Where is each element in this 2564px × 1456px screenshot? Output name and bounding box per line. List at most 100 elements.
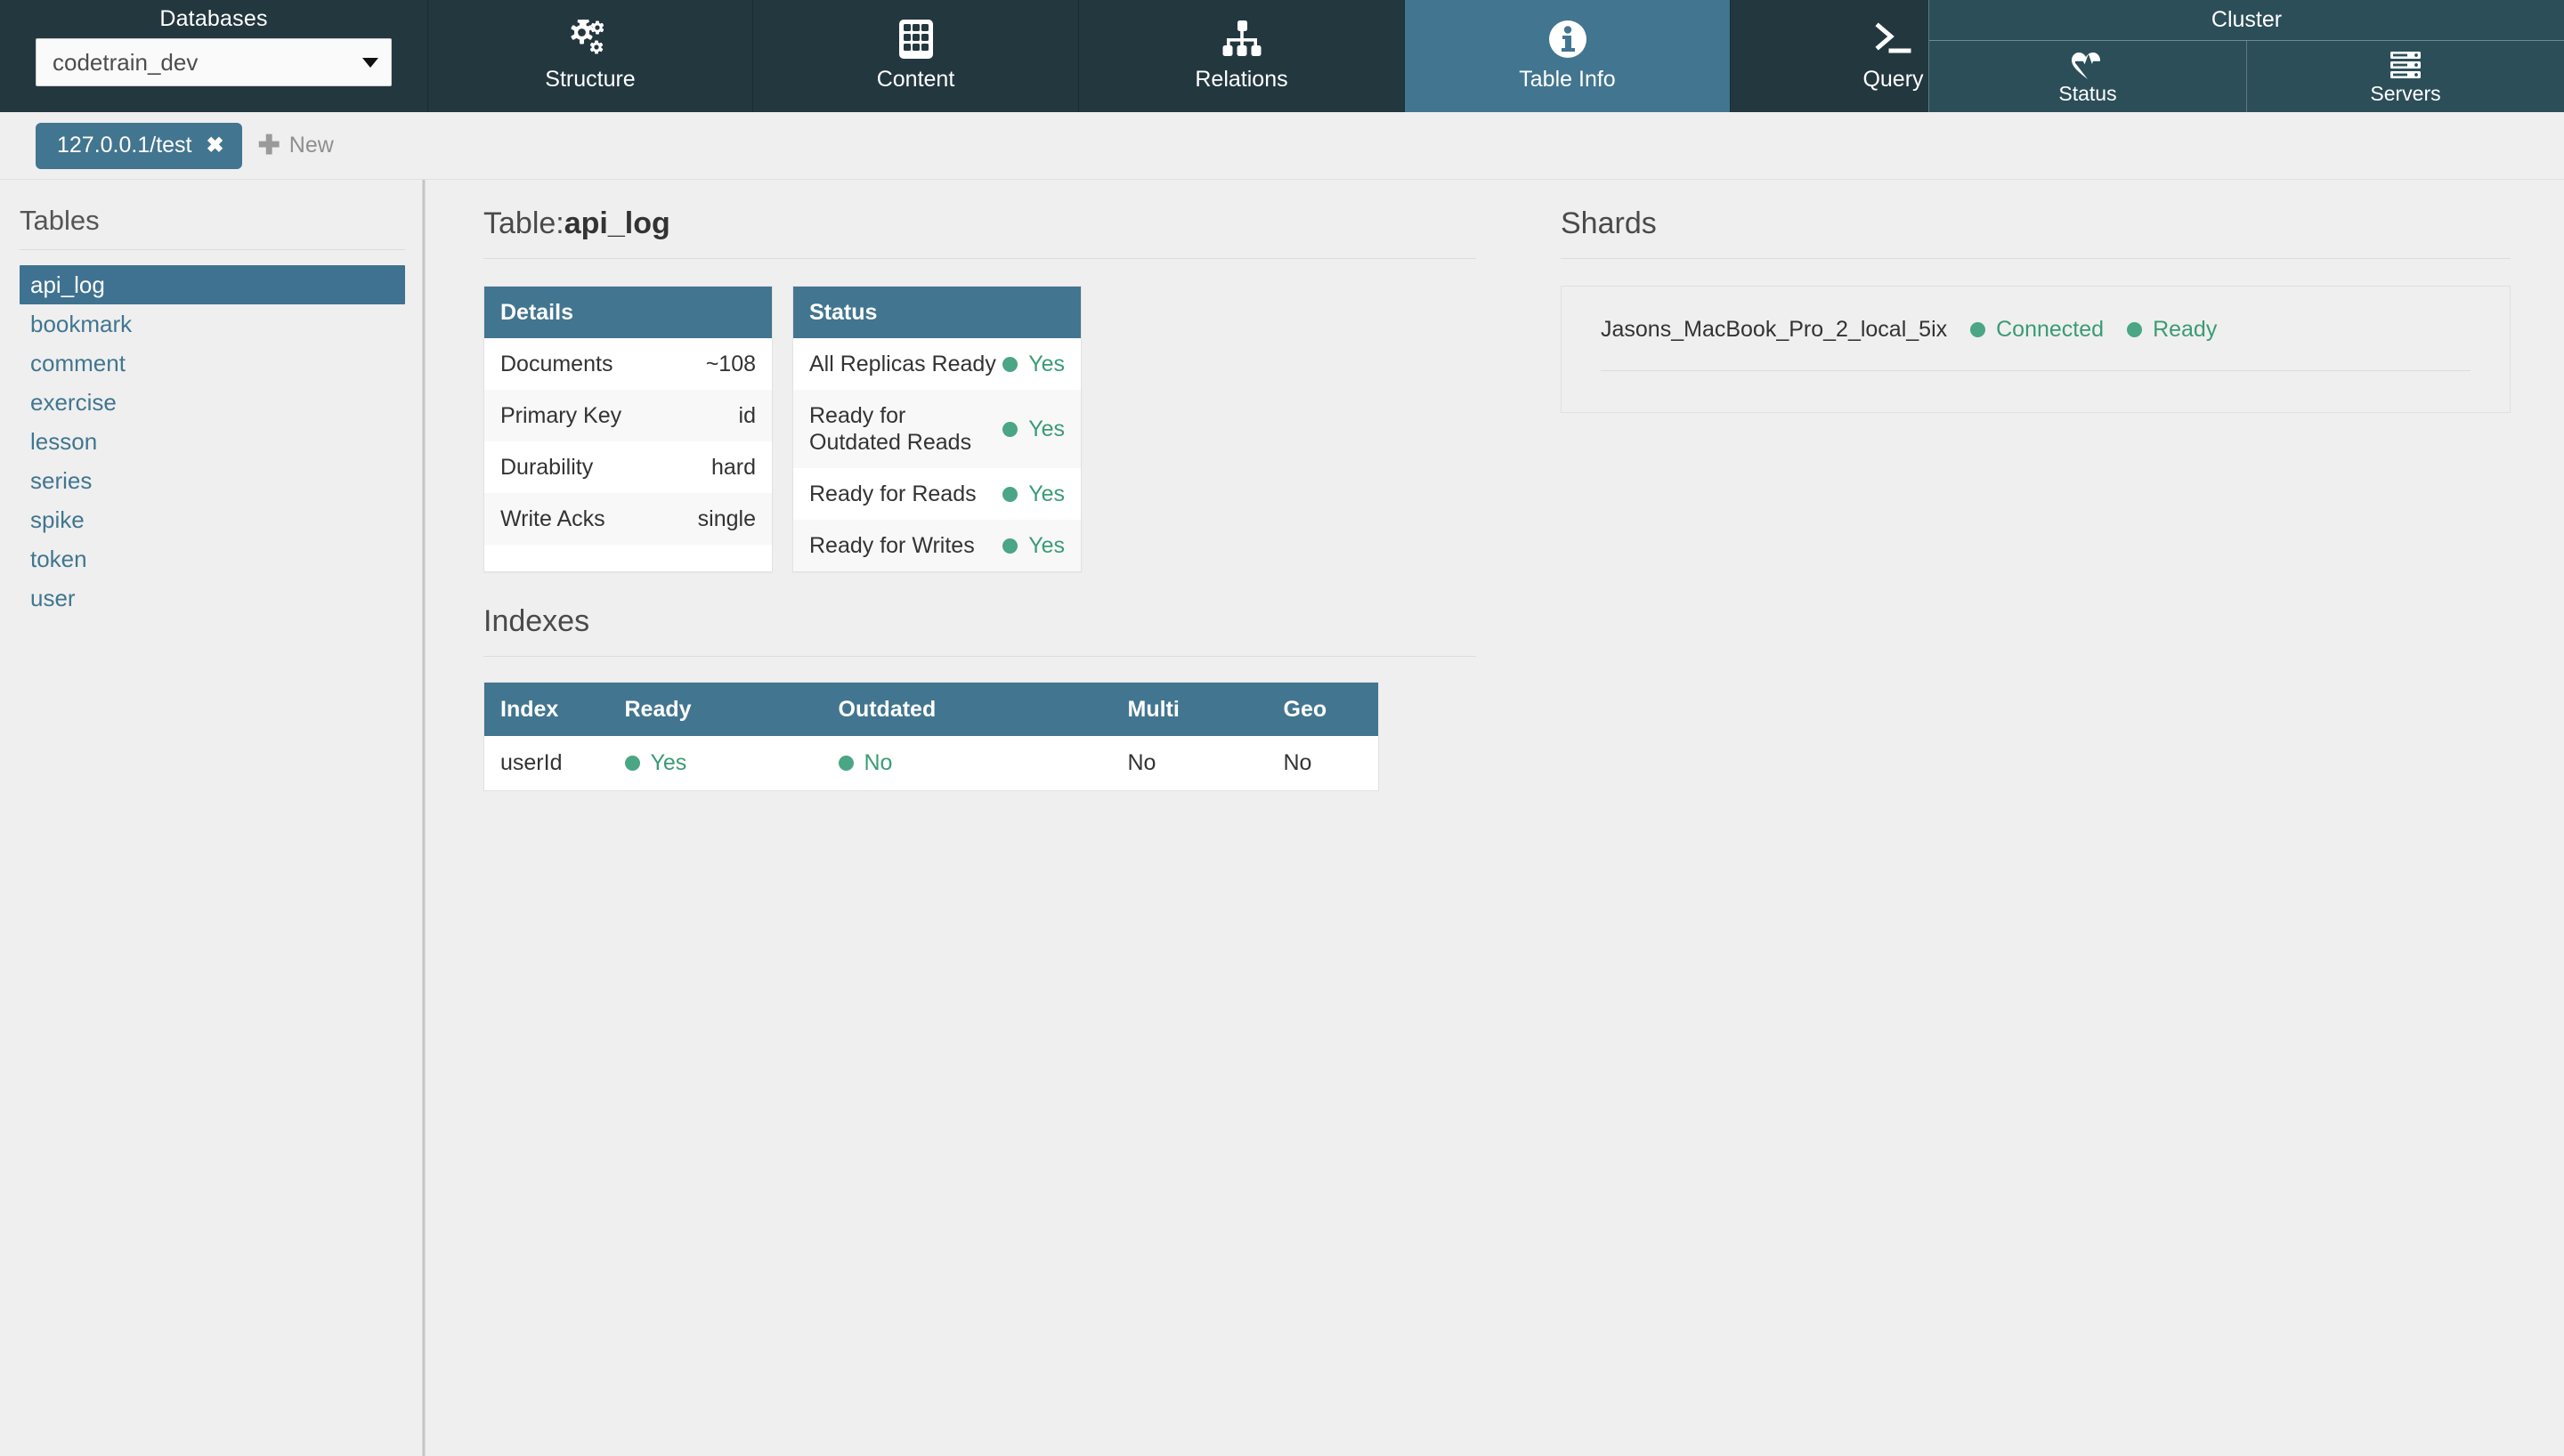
top-navigation-bar: Databases codetrain_dev — [0, 0, 2564, 112]
new-connection-button[interactable]: ✚ New — [258, 133, 334, 159]
status-key: Ready for Outdated Reads — [809, 402, 1002, 456]
table-row: Durability hard — [484, 441, 772, 493]
shard-row: Jasons_MacBook_Pro_2_local_5ix Connected… — [1601, 315, 2471, 344]
main-tabs: Structure — [427, 0, 2057, 112]
tab-content[interactable]: Content — [753, 0, 1079, 112]
status-key: Ready for Writes — [809, 532, 975, 559]
cluster-title: Cluster — [1929, 0, 2564, 41]
databases-label: Databases — [159, 4, 267, 32]
terminal-prompt-icon — [1871, 16, 1916, 62]
column-header-ready: Ready — [609, 683, 823, 737]
sidebar-title: Tables — [20, 205, 405, 237]
body-region: Tables api_log bookmark comment exercise… — [0, 180, 2564, 1456]
tab-table-info-label: Table Info — [1519, 66, 1615, 93]
tables-list: api_log bookmark comment exercise lesson… — [20, 265, 405, 618]
cluster-tab-status[interactable]: Status — [1929, 41, 2246, 112]
detail-key: Durability — [500, 454, 593, 481]
status-key: All Replicas Ready — [809, 351, 996, 377]
cluster-tab-servers[interactable]: Servers — [2246, 41, 2564, 112]
tab-table-info[interactable]: Table Info — [1405, 0, 1731, 112]
info-circle-icon — [1548, 16, 1587, 62]
column-header-multi: Multi — [1112, 683, 1268, 737]
cluster-tab-status-label: Status — [2058, 82, 2116, 105]
status-value: Yes — [1028, 532, 1065, 559]
connection-tab-label: 127.0.0.1/test — [57, 133, 192, 158]
page-title-divider — [483, 258, 1476, 259]
tab-structure[interactable]: Structure — [427, 0, 753, 112]
table-row: Primary Key id — [484, 390, 772, 441]
server-rack-icon — [2389, 48, 2422, 80]
tab-query-label: Query — [1862, 66, 1923, 93]
status-dot-icon — [625, 756, 640, 771]
index-outdated-value: No — [864, 749, 893, 776]
table-row: All Replicas Ready Yes — [793, 338, 1081, 390]
heartbeat-icon — [2071, 48, 2105, 80]
status-badge: Yes — [1002, 481, 1065, 507]
status-badge: No — [839, 749, 893, 776]
info-cards: Details Documents ~108 Primary Key id Du… — [483, 286, 1476, 572]
table-row: Ready for Reads Yes — [793, 468, 1081, 520]
shards-divider — [1561, 258, 2511, 259]
column-header-geo: Geo — [1268, 683, 1379, 737]
main-content: Table:api_log Details Documents ~108 Pri… — [426, 180, 2564, 1456]
tab-structure-label: Structure — [545, 66, 635, 93]
shards-box: Jasons_MacBook_Pro_2_local_5ix Connected… — [1561, 286, 2511, 413]
tab-relations[interactable]: Relations — [1079, 0, 1405, 112]
table-info-column: Table:api_log Details Documents ~108 Pri… — [426, 205, 1476, 1456]
indexes-section: Indexes Index Ready Outdated Multi Geo — [483, 603, 1476, 791]
status-dot-icon — [1002, 422, 1018, 437]
table-header-row: Index Ready Outdated Multi Geo — [484, 683, 1379, 737]
database-picker: Databases codetrain_dev — [0, 0, 427, 112]
table-row: userId Yes — [484, 736, 1379, 790]
shard-ready-badge: Ready — [2127, 315, 2217, 344]
detail-key: Write Acks — [500, 506, 605, 532]
status-card-header: Status — [793, 287, 1081, 338]
sidebar-item-exercise[interactable]: exercise — [20, 383, 405, 422]
cluster-panel: Cluster Status — [1928, 0, 2564, 112]
status-badge: Yes — [1002, 351, 1065, 377]
sidebar-item-comment[interactable]: comment — [20, 344, 405, 383]
shard-ready-value: Ready — [2153, 315, 2217, 344]
close-icon[interactable]: ✖ — [207, 135, 224, 157]
new-connection-label: New — [289, 133, 334, 158]
chevron-down-icon — [362, 58, 378, 68]
database-select-value: codetrain_dev — [53, 49, 198, 77]
indexes-divider — [483, 656, 1476, 657]
cluster-tabs: Status — [1929, 41, 2564, 112]
sidebar-item-bookmark[interactable]: bookmark — [20, 304, 405, 344]
status-value: Yes — [1028, 416, 1065, 442]
sidebar-item-series[interactable]: series — [20, 461, 405, 500]
index-ready-cell: Yes — [609, 736, 823, 790]
cluster-tab-servers-label: Servers — [2370, 82, 2440, 105]
status-dot-icon — [1970, 322, 1985, 337]
gears-icon — [570, 16, 611, 62]
status-dot-icon — [1002, 487, 1018, 502]
status-dot-icon — [1002, 357, 1018, 372]
status-badge: Yes — [1002, 532, 1065, 559]
detail-value: ~108 — [706, 351, 756, 377]
status-value: Yes — [1028, 351, 1065, 377]
status-key: Ready for Reads — [809, 481, 977, 507]
status-badge: Yes — [1002, 416, 1065, 442]
sitemap-icon — [1221, 16, 1263, 62]
detail-key: Documents — [500, 351, 613, 377]
sidebar-item-spike[interactable]: spike — [20, 500, 405, 539]
sidebar-item-api_log[interactable]: api_log — [20, 265, 405, 304]
details-card: Details Documents ~108 Primary Key id Du… — [483, 286, 773, 572]
app-root: Databases codetrain_dev — [0, 0, 2564, 1456]
connection-tab[interactable]: 127.0.0.1/test ✖ — [36, 123, 242, 169]
sidebar-item-user[interactable]: user — [20, 578, 405, 618]
table-row: Ready for Writes Yes — [793, 520, 1081, 571]
shards-title: Shards — [1561, 205, 2511, 242]
shard-row-divider — [1601, 370, 2471, 371]
sidebar-item-token[interactable]: token — [20, 539, 405, 578]
column-header-outdated: Outdated — [823, 683, 1112, 737]
status-card: Status All Replicas Ready Yes Ready for … — [792, 286, 1082, 572]
sidebar-item-lesson[interactable]: lesson — [20, 422, 405, 461]
connection-tab-strip: 127.0.0.1/test ✖ ✚ New — [0, 112, 2564, 180]
sidebar-resize-handle[interactable] — [422, 180, 426, 1456]
indexes-table: Index Ready Outdated Multi Geo userId — [483, 682, 1379, 791]
database-select[interactable]: codetrain_dev — [36, 38, 392, 86]
plus-icon: ✚ — [258, 133, 280, 159]
shards-column: Shards Jasons_MacBook_Pro_2_local_5ix Co… — [1476, 205, 2564, 1456]
